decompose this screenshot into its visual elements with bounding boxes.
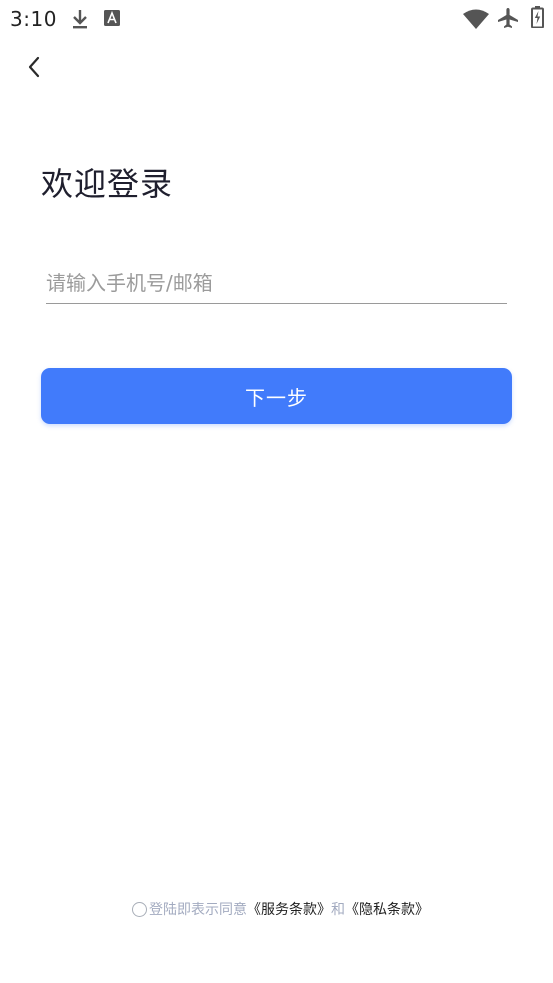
- terms-link[interactable]: 《服务条款》: [247, 899, 331, 919]
- text-a-icon: [104, 10, 120, 30]
- agreement-row: 登陆即表示同意 《服务条款》 和 《隐私条款》: [0, 899, 553, 919]
- airplane-icon: [497, 7, 519, 33]
- status-time: 3:10: [10, 7, 57, 31]
- back-button[interactable]: [18, 52, 50, 86]
- privacy-link[interactable]: 《隐私条款》: [345, 899, 429, 919]
- page-title: 欢迎登录: [41, 165, 174, 204]
- chevron-left-icon: [26, 55, 42, 83]
- status-bar: 3:10: [0, 0, 553, 38]
- agreement-conjunction: 和: [331, 902, 345, 918]
- agree-checkbox[interactable]: [132, 901, 147, 917]
- battery-charging-icon: [531, 6, 544, 32]
- account-input[interactable]: [46, 266, 507, 303]
- account-field: [46, 266, 507, 304]
- agreement-prefix: 登陆即表示同意: [149, 902, 247, 918]
- download-icon: [70, 8, 90, 34]
- next-button[interactable]: 下一步: [41, 368, 512, 424]
- wifi-icon: [463, 9, 489, 33]
